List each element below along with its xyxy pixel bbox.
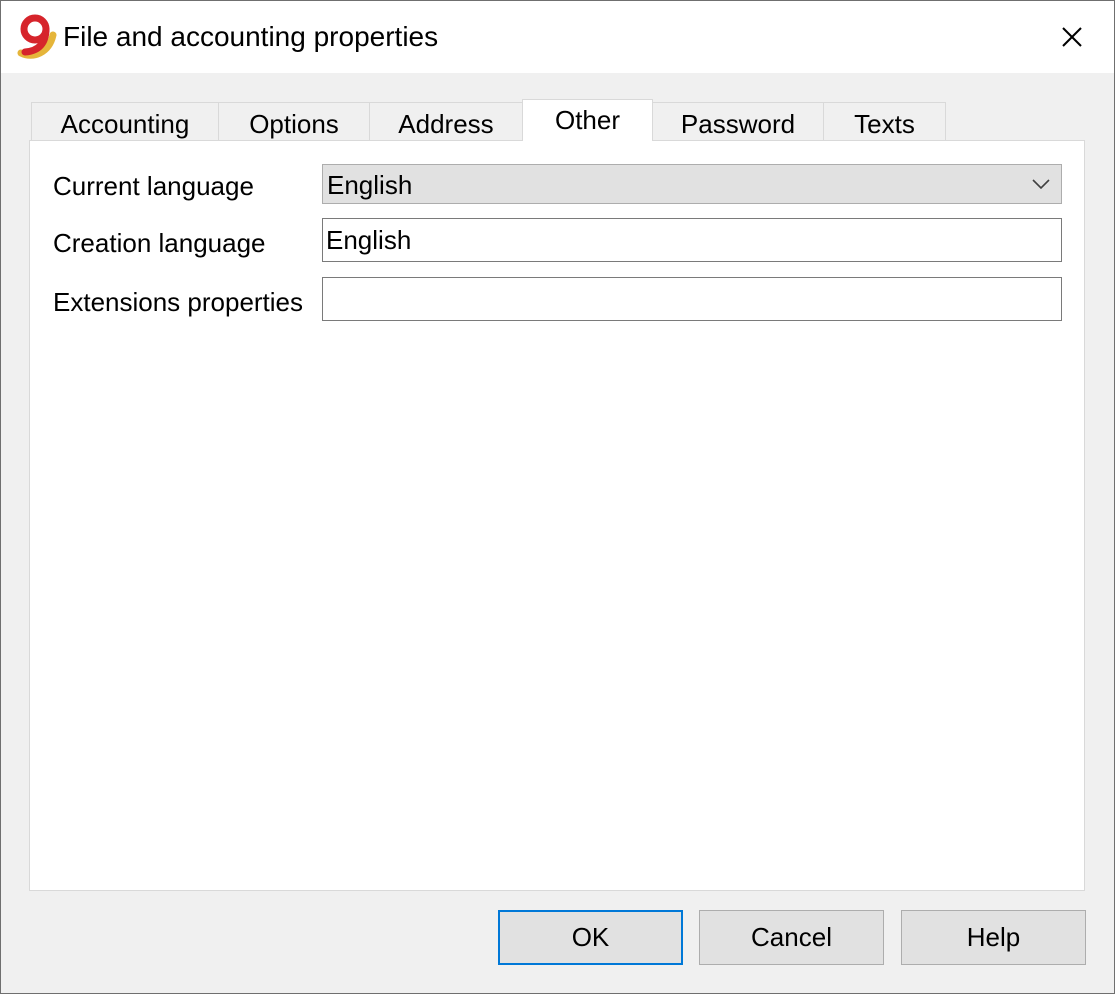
tab-address[interactable]: Address	[369, 102, 523, 140]
dialog-window: File and accounting properties Accountin…	[0, 0, 1115, 994]
close-button[interactable]	[1041, 11, 1103, 63]
tab-password[interactable]: Password	[652, 102, 824, 140]
tab-other[interactable]: Other	[522, 99, 653, 141]
window-title: File and accounting properties	[63, 21, 439, 52]
banana-app-icon	[15, 13, 57, 59]
ok-button[interactable]: OK	[498, 910, 683, 965]
tab-options[interactable]: Options	[218, 102, 370, 140]
creation-language-field[interactable]	[322, 218, 1062, 262]
extensions-properties-field[interactable]	[322, 277, 1062, 321]
current-language-label: Current language	[53, 171, 254, 201]
extensions-properties-label: Extensions properties	[53, 287, 304, 317]
tab-panel-other: Current language English Creation langua…	[29, 140, 1085, 891]
title-bar: File and accounting properties	[1, 1, 1114, 73]
close-icon	[1062, 27, 1082, 47]
help-button[interactable]: Help	[901, 910, 1086, 965]
chevron-down-icon	[1032, 179, 1050, 190]
tab-texts[interactable]: Texts	[823, 102, 946, 140]
tab-accounting[interactable]: Accounting	[31, 102, 219, 140]
current-language-dropdown[interactable]: English	[322, 164, 1062, 204]
cancel-button[interactable]: Cancel	[699, 910, 884, 965]
current-language-value: English	[327, 170, 413, 200]
creation-language-label: Creation language	[53, 228, 266, 258]
